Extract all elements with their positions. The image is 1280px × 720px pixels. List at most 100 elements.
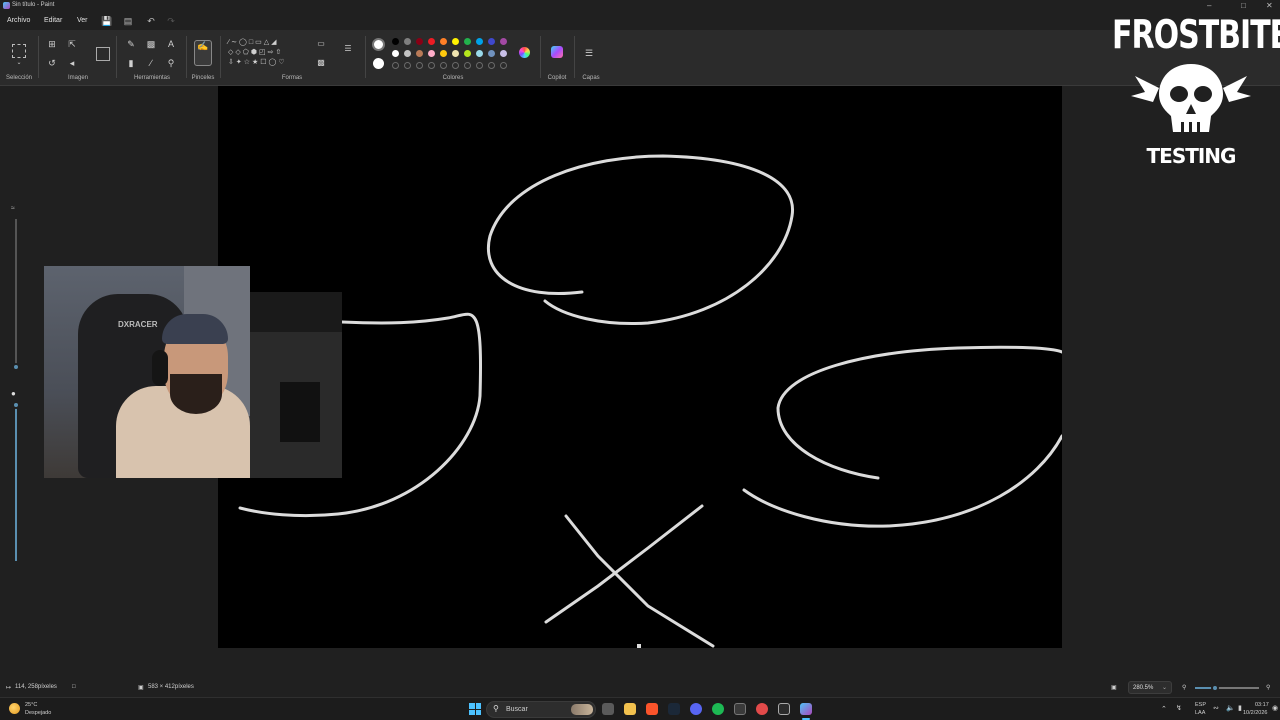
color-swatch[interactable] — [464, 50, 471, 57]
crop-icon[interactable]: ⊞ — [47, 39, 57, 49]
color-swatch[interactable] — [428, 38, 435, 45]
color-swatch[interactable] — [500, 38, 507, 45]
redo-icon[interactable]: ↷ — [166, 16, 176, 26]
zoom-in-icon[interactable]: ⚲ — [1266, 684, 1270, 691]
menu-editar[interactable]: Editar — [44, 17, 62, 24]
color-swatch[interactable] — [476, 50, 483, 57]
paint-taskbar-icon[interactable] — [800, 703, 812, 715]
shapes-gallery[interactable]: ∕∼◯□▭△◢ ◇◇⬠⬢◰⇨⇧ ⇩✦☆★☐◯♡ — [228, 38, 306, 74]
canvas-resize-handle[interactable] — [637, 644, 641, 648]
color-picker-icon[interactable]: ∕ — [146, 58, 156, 68]
opacity-knob[interactable] — [12, 401, 20, 409]
obs-icon[interactable] — [756, 703, 768, 715]
start-icon[interactable] — [469, 703, 481, 715]
color-swatch[interactable] — [392, 38, 399, 45]
color-swatch[interactable] — [416, 38, 423, 45]
wifi-icon[interactable]: ∾ — [1213, 704, 1219, 712]
custom-color-slot[interactable] — [416, 62, 423, 69]
language-1[interactable]: ESP — [1195, 702, 1206, 708]
save-icon[interactable]: 💾 — [101, 16, 112, 26]
file-explorer-icon[interactable] — [624, 703, 636, 715]
discord-icon[interactable] — [690, 703, 702, 715]
weather-icon[interactable] — [9, 703, 20, 714]
network-icon[interactable]: ↯ — [1176, 704, 1182, 712]
volume-icon[interactable]: 🔈 — [1226, 704, 1235, 712]
custom-color-slot[interactable] — [392, 62, 399, 69]
color-swatch[interactable] — [452, 38, 459, 45]
group-label-herramientas: Herramientas — [133, 75, 170, 81]
spotify-icon[interactable] — [712, 703, 724, 715]
minimize-icon[interactable]: – — [1207, 1, 1211, 10]
edit-colors-icon[interactable] — [519, 47, 530, 58]
share-icon[interactable]: ▤ — [123, 16, 133, 26]
magnifier-icon[interactable]: ⚲ — [166, 58, 176, 68]
resize-icon[interactable]: ⇱ — [67, 39, 77, 49]
fill-icon[interactable]: ▩ — [316, 58, 326, 68]
fit-window-icon[interactable]: ▣ — [1111, 684, 1117, 691]
vertical-zoom-slider[interactable]: ≈ ● — [10, 205, 22, 565]
color-swatch[interactable] — [416, 50, 423, 57]
secondary-color-swatch[interactable] — [373, 58, 384, 69]
color-swatch[interactable] — [488, 50, 495, 57]
custom-color-slot[interactable] — [440, 62, 447, 69]
color-swatch[interactable] — [476, 38, 483, 45]
layers-icon[interactable]: ☰ — [584, 48, 594, 58]
color-swatch[interactable] — [440, 50, 447, 57]
steam-icon[interactable] — [668, 703, 680, 715]
text-tool-icon[interactable]: A — [166, 39, 176, 49]
color-swatch[interactable] — [452, 50, 459, 57]
color-swatch[interactable] — [428, 50, 435, 57]
rotate-icon[interactable]: ↺ — [47, 58, 57, 68]
task-view-icon[interactable] — [602, 703, 614, 715]
undo-icon[interactable]: ↶ — [146, 16, 156, 26]
custom-color-slot[interactable] — [500, 62, 507, 69]
pencil-icon[interactable]: ✎ — [126, 39, 136, 49]
custom-color-slot[interactable] — [428, 62, 435, 69]
color-swatch[interactable] — [404, 50, 411, 57]
app-icon[interactable] — [778, 703, 790, 715]
brush-icon[interactable]: ✍ — [194, 40, 212, 66]
primary-color-swatch[interactable] — [372, 38, 385, 51]
zoom-out-icon[interactable]: ⚲ — [1182, 684, 1186, 691]
slider-knob[interactable] — [12, 363, 20, 371]
outline-icon[interactable]: ▭ — [316, 39, 326, 49]
eraser-icon[interactable]: ▮ — [126, 58, 136, 68]
color-swatch[interactable] — [500, 50, 507, 57]
custom-color-slot[interactable] — [476, 62, 483, 69]
custom-color-slot[interactable] — [452, 62, 459, 69]
brave-browser-icon[interactable] — [646, 703, 658, 715]
color-swatch[interactable] — [440, 38, 447, 45]
stroke-size-icon[interactable]: ☰ — [343, 44, 353, 54]
language-2[interactable]: LAA — [1195, 710, 1205, 716]
xbox-icon[interactable] — [734, 703, 746, 715]
zoom-slider[interactable] — [1195, 684, 1259, 692]
drawing-canvas[interactable] — [218, 86, 1062, 648]
clock-date[interactable]: 10/2/2026 — [1243, 710, 1267, 716]
maximize-icon[interactable]: □ — [1241, 1, 1246, 10]
close-icon[interactable]: ✕ — [1266, 1, 1273, 10]
image-select-icon[interactable] — [96, 47, 110, 61]
clock-time[interactable]: 03:17 — [1255, 702, 1269, 708]
color-swatch[interactable] — [392, 50, 399, 57]
custom-color-slot[interactable] — [404, 62, 411, 69]
zoom-slider-knob[interactable] — [1211, 684, 1219, 692]
zoom-value: 280.5% — [1133, 685, 1154, 691]
custom-color-slot[interactable] — [464, 62, 471, 69]
fill-bucket-icon[interactable]: ▩ — [146, 39, 156, 49]
copilot-icon[interactable] — [551, 46, 563, 58]
color-swatch[interactable] — [404, 38, 411, 45]
battery-icon[interactable]: ▮ — [1238, 704, 1242, 712]
group-label-pinceles: Pinceles — [191, 75, 215, 81]
taskbar-search[interactable]: ⚲ Buscar — [486, 701, 596, 718]
flip-icon[interactable]: ◂ — [67, 58, 77, 68]
menu-ver[interactable]: Ver — [77, 17, 88, 24]
menu-archivo[interactable]: Archivo — [7, 17, 30, 24]
zoom-dropdown[interactable]: 280.5% ⌄ — [1128, 681, 1172, 694]
color-swatch[interactable] — [488, 38, 495, 45]
color-swatch[interactable] — [464, 38, 471, 45]
select-tool-icon[interactable] — [12, 44, 26, 58]
chevron-up-icon[interactable]: ⌃ — [1161, 705, 1167, 713]
notifications-icon[interactable]: ◉ — [1272, 704, 1278, 712]
custom-color-slot[interactable] — [488, 62, 495, 69]
chevron-down-icon[interactable]: ⌄ — [14, 58, 24, 68]
